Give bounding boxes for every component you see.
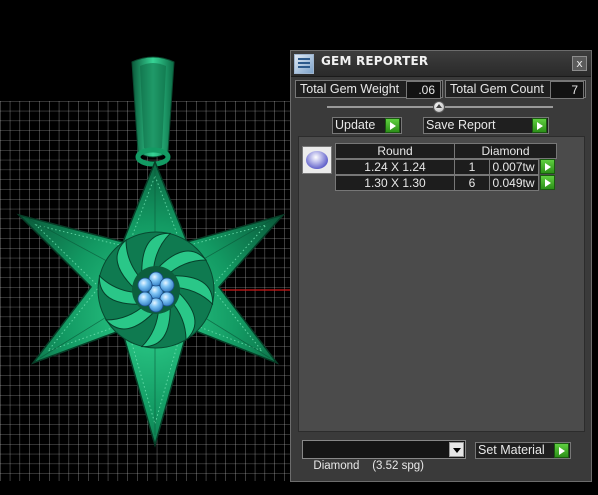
pendant-bail [131, 56, 175, 167]
set-material-play-icon[interactable] [554, 443, 569, 458]
save-report-button[interactable]: Save Report [423, 117, 549, 134]
gem [159, 277, 175, 293]
title-bar[interactable]: GEM REPORTER x [291, 51, 591, 77]
weight-slider-thumb[interactable] [433, 101, 445, 113]
gem-size: 1.24 X 1.24 [335, 159, 455, 175]
table-header-row: Round Diamond [335, 143, 557, 159]
gem-cluster [137, 271, 175, 313]
row-play-icon[interactable] [540, 159, 555, 174]
save-report-play-icon[interactable] [532, 118, 547, 133]
close-button[interactable]: x [572, 56, 587, 71]
header-shape: Round [335, 143, 455, 159]
gem-reporter-app-icon [294, 54, 314, 74]
round-gem-icon[interactable] [302, 146, 332, 174]
total-gem-weight-value: .06 [406, 81, 441, 99]
row-play-icon[interactable] [540, 175, 555, 190]
gem-weight: 0.007tw [489, 159, 539, 175]
gem-count: 1 [454, 159, 490, 175]
chevron-down-icon[interactable] [449, 442, 464, 457]
gem-size: 1.30 X 1.30 [335, 175, 455, 191]
update-play-icon[interactable] [385, 118, 400, 133]
material-dropdown-value: Diamond (3.52 spg) [313, 460, 424, 472]
gem-count: 6 [454, 175, 490, 191]
gem-weight: 0.049tw [489, 175, 539, 191]
table-row[interactable]: 1.30 X 1.30 6 0.049tw [335, 175, 557, 191]
gem [137, 291, 153, 307]
total-gem-count-value: 7 [550, 81, 584, 99]
window-title: GEM REPORTER [321, 54, 429, 68]
header-material: Diamond [454, 143, 557, 159]
material-dropdown[interactable]: Diamond (3.52 spg) [302, 440, 466, 472]
gem [137, 277, 153, 293]
table-row[interactable]: 1.24 X 1.24 1 0.007tw [335, 159, 557, 175]
